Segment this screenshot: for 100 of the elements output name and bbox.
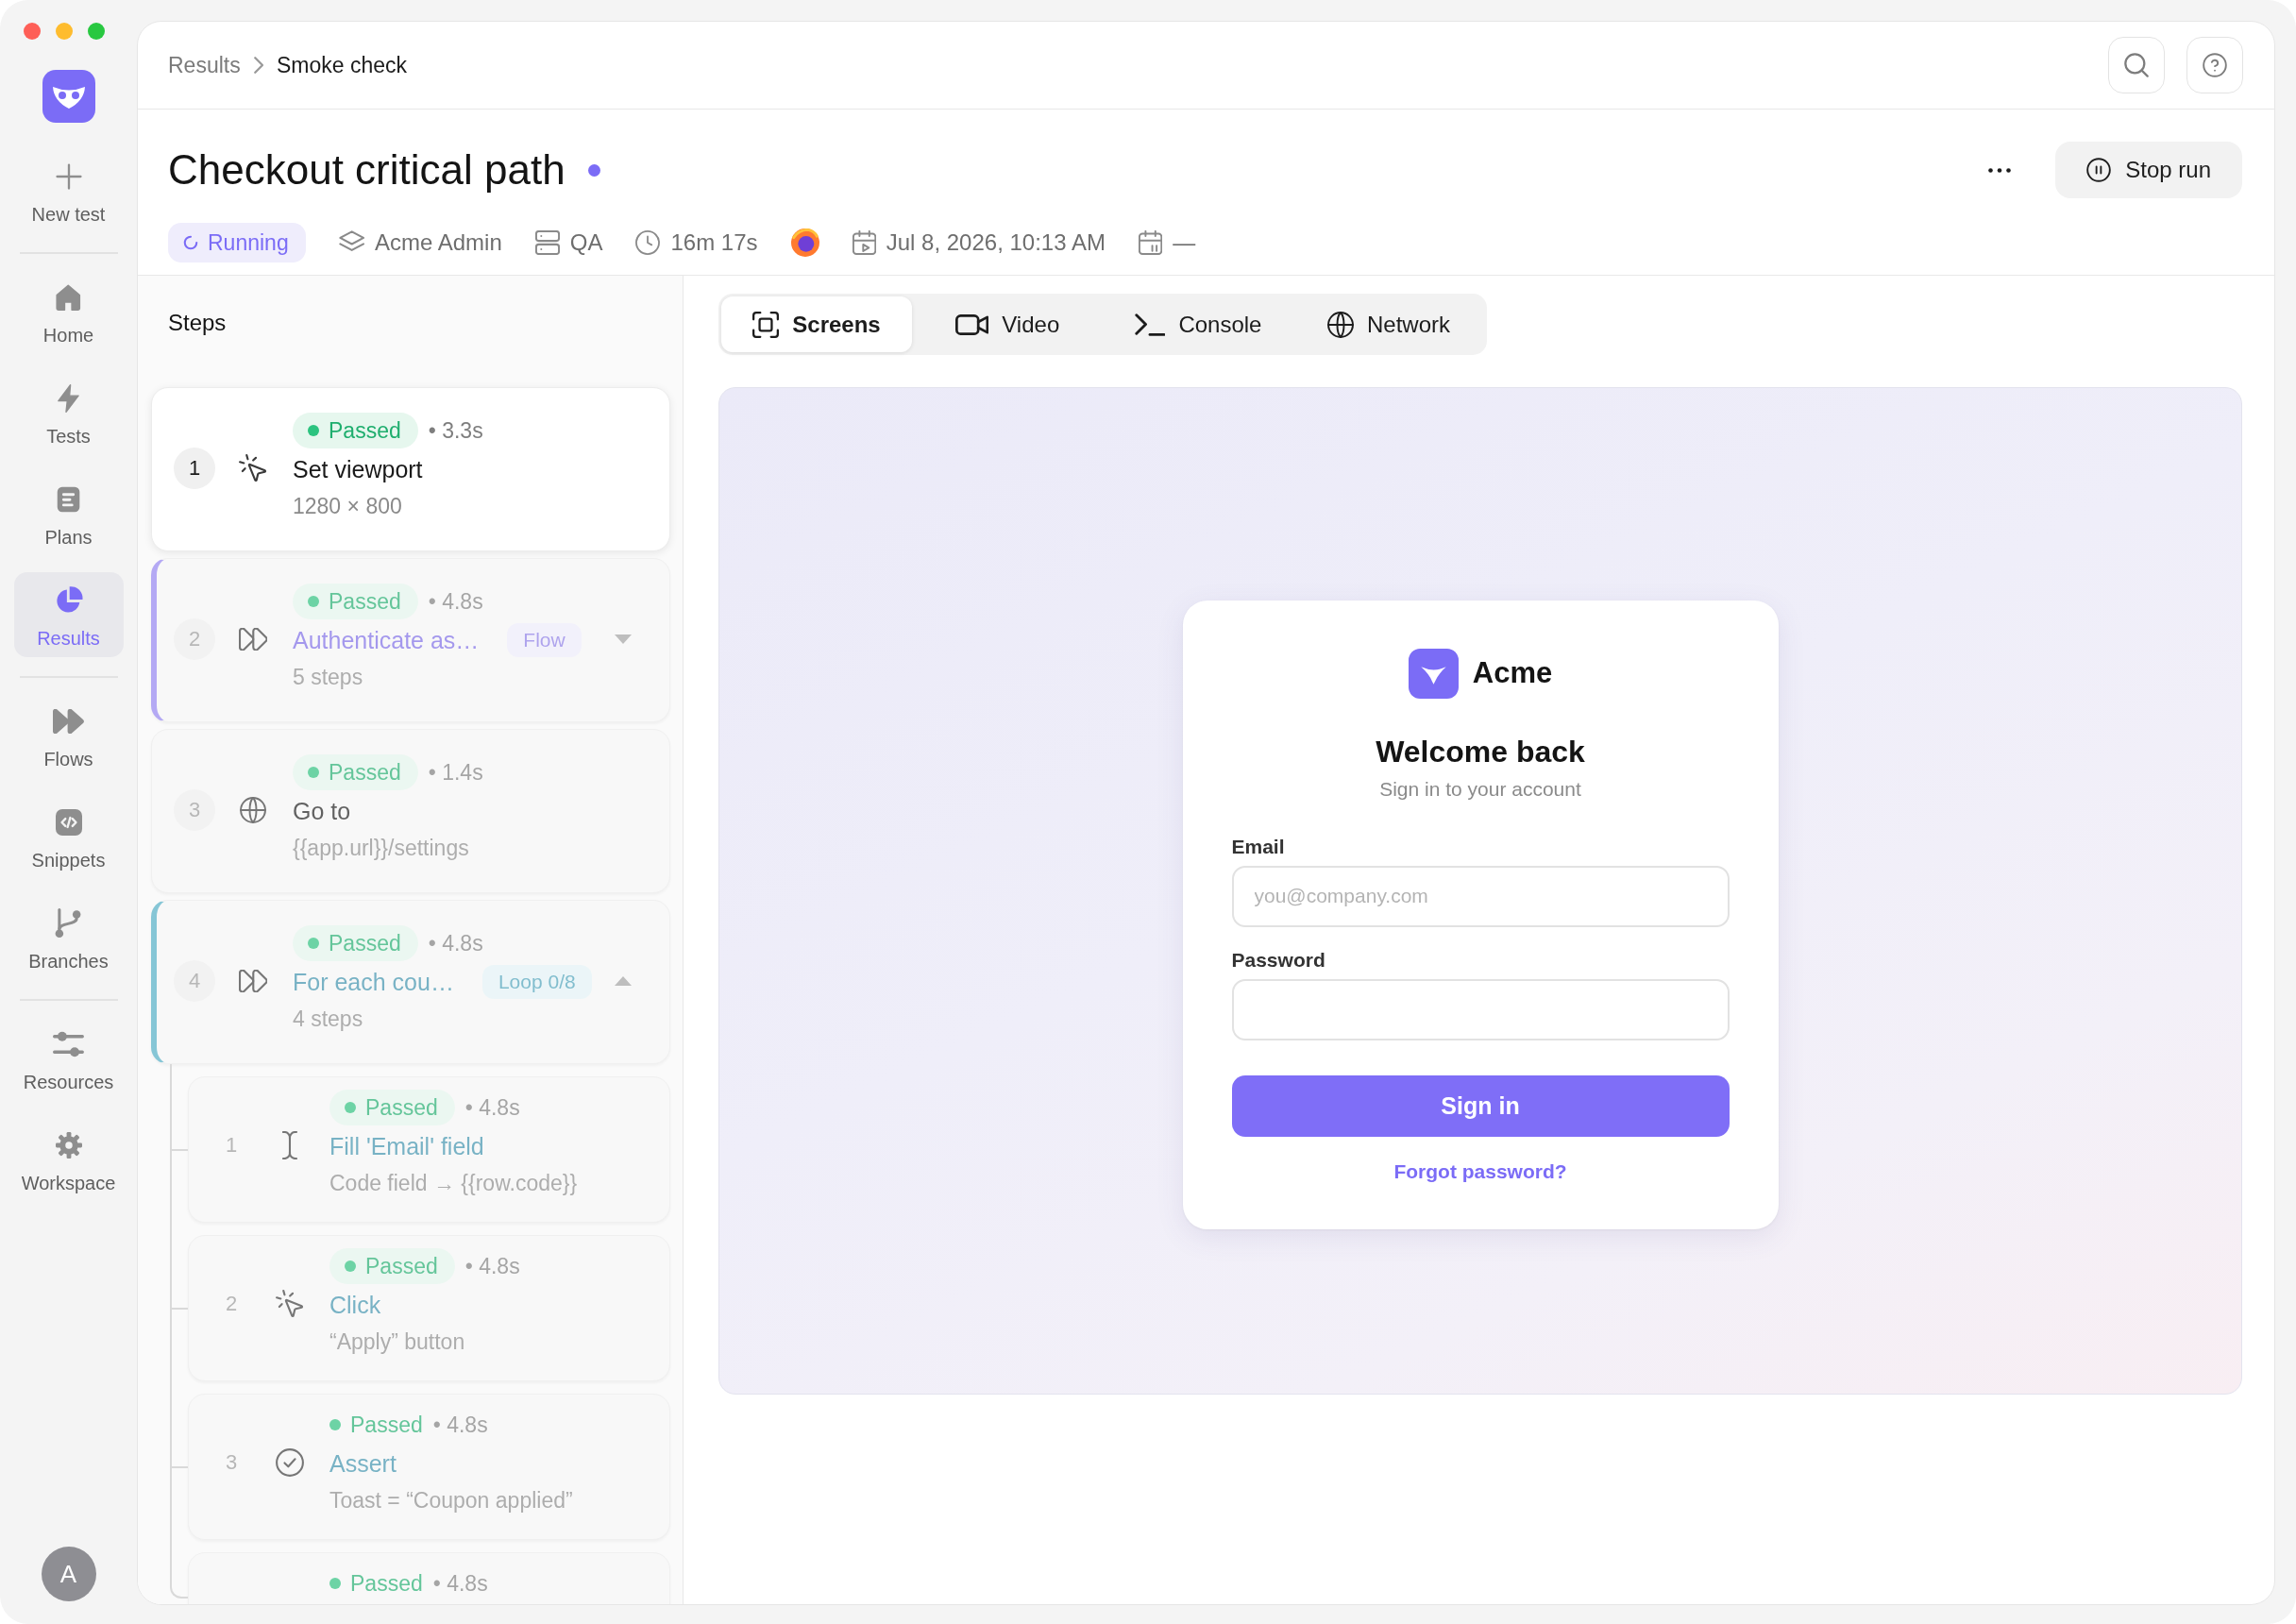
sidebar-item[interactable]: Snippets bbox=[13, 794, 124, 879]
step-duration: • 4.8s bbox=[432, 1412, 488, 1438]
caret-down-icon[interactable] bbox=[615, 634, 632, 644]
help-icon bbox=[2203, 53, 2227, 77]
browser-icon bbox=[790, 228, 819, 257]
viewer-tab[interactable]: Console bbox=[1103, 296, 1293, 352]
video-camera-icon bbox=[954, 313, 989, 335]
close-button[interactable] bbox=[24, 23, 41, 40]
chevron-right-icon bbox=[253, 57, 263, 74]
login-subheading: Sign in to your account bbox=[1378, 776, 1582, 802]
sidebar-item[interactable]: Flows bbox=[13, 693, 124, 778]
avatar[interactable]: A bbox=[41, 1547, 96, 1601]
new-test-button[interactable]: New test bbox=[13, 148, 124, 233]
logo-icon[interactable] bbox=[42, 70, 95, 123]
forgot-password-link[interactable]: Forgot password? bbox=[1393, 1159, 1567, 1184]
status-dot-icon bbox=[329, 1419, 341, 1430]
sidebar-item[interactable]: Home bbox=[13, 269, 124, 354]
caret-up-icon[interactable] bbox=[615, 976, 632, 986]
step-detail: 5 steps bbox=[293, 664, 364, 691]
fast-forward-icon bbox=[238, 970, 268, 992]
viewer-tab[interactable]: Network bbox=[1293, 296, 1484, 352]
project-name: Acme Admin bbox=[375, 229, 502, 256]
code-icon bbox=[55, 809, 82, 836]
fast-forward-icon bbox=[52, 709, 85, 734]
gear-icon bbox=[55, 1132, 82, 1159]
step-number: 4 bbox=[174, 960, 215, 1002]
sidebar-item[interactable]: Results bbox=[13, 572, 124, 657]
sign-in-button[interactable]: Sign in bbox=[1231, 1074, 1730, 1137]
stop-run-button[interactable]: Stop run bbox=[2055, 142, 2242, 198]
branch-icon bbox=[55, 908, 82, 939]
minimize-button[interactable] bbox=[56, 23, 73, 40]
home-icon bbox=[56, 284, 81, 311]
logo-icon bbox=[1408, 648, 1459, 699]
step-duration: • 4.8s bbox=[428, 588, 483, 615]
status-dot-icon bbox=[345, 1260, 356, 1272]
lightning-icon bbox=[58, 384, 79, 413]
step-duration: • 4.8s bbox=[428, 930, 483, 956]
password-field[interactable] bbox=[1231, 978, 1730, 1040]
status-text: Passed bbox=[329, 588, 401, 615]
step-title: Set viewport bbox=[293, 455, 423, 483]
pause-icon bbox=[2086, 158, 2112, 182]
step-number: 3 bbox=[174, 789, 215, 831]
breadcrumb-link[interactable]: Results bbox=[168, 51, 241, 79]
step-number: 1 bbox=[224, 1132, 239, 1159]
step-detail: Toast = “Coupon applied” bbox=[329, 1487, 574, 1514]
status-dot-icon bbox=[308, 767, 319, 778]
search-button[interactable] bbox=[2108, 37, 2165, 93]
status-dot-icon bbox=[329, 1578, 341, 1589]
step-detail: 4 steps bbox=[293, 1006, 364, 1033]
more-icon[interactable] bbox=[1988, 167, 2012, 173]
step-number: 2 bbox=[224, 1291, 239, 1317]
step-number: 2 bbox=[174, 618, 215, 660]
pie-chart-icon bbox=[54, 586, 83, 615]
step-number: 3 bbox=[224, 1449, 239, 1476]
status-dot-icon bbox=[308, 425, 319, 436]
status-text: Passed bbox=[350, 1570, 423, 1597]
viewer-tab[interactable]: Screens bbox=[721, 296, 912, 352]
run-duration: 16m 17s bbox=[670, 229, 758, 256]
status-text: Passed bbox=[329, 759, 401, 786]
fast-forward-icon bbox=[238, 628, 268, 651]
calendar-icon bbox=[1138, 230, 1163, 255]
field-label: Password bbox=[1231, 947, 1325, 973]
clock-icon bbox=[635, 230, 661, 255]
step-tag: Loop 0/8 bbox=[481, 965, 592, 999]
step-tag: Flow bbox=[507, 623, 582, 657]
zoom-button[interactable] bbox=[88, 23, 105, 40]
server-icon bbox=[534, 230, 560, 255]
run-status-text: Running bbox=[208, 229, 289, 256]
step-duration: • 4.8s bbox=[464, 1253, 520, 1279]
step-duration: • 4.8s bbox=[432, 1570, 488, 1597]
status-text: Passed bbox=[365, 1094, 438, 1121]
field-label: Email bbox=[1231, 834, 1285, 859]
environment-name: QA bbox=[569, 229, 603, 256]
step-number: 1 bbox=[174, 448, 215, 489]
step-title: Go to bbox=[293, 797, 351, 825]
help-button[interactable] bbox=[2186, 37, 2243, 93]
email-field[interactable]: you@company.com bbox=[1231, 865, 1730, 927]
step-card[interactable]: 1 Passed • 3.3s Set viewport 1280 × 800 bbox=[151, 387, 670, 551]
screenshot-icon bbox=[752, 311, 780, 338]
status-dot-icon bbox=[308, 938, 319, 949]
sidebar-item[interactable]: Tests bbox=[13, 370, 124, 455]
status-dot-icon bbox=[308, 596, 319, 607]
step-duration: • 3.3s bbox=[428, 417, 483, 444]
viewer-tab[interactable]: Video bbox=[912, 296, 1103, 352]
step-title: For each cou… bbox=[293, 968, 454, 996]
sidebar-item[interactable]: Workspace bbox=[13, 1117, 124, 1202]
status-text: Passed bbox=[329, 930, 401, 956]
plus-icon bbox=[55, 163, 82, 190]
sidebar-item[interactable]: Branches bbox=[13, 895, 124, 980]
click-icon bbox=[276, 1290, 304, 1318]
spinner-icon bbox=[183, 235, 198, 250]
step-duration: • 1.4s bbox=[428, 759, 483, 786]
step-card[interactable]: 3 Passed • 1.4s Go to {{app.url}}/settings bbox=[151, 729, 670, 893]
globe-icon bbox=[240, 797, 266, 823]
sidebar-item[interactable]: Plans bbox=[13, 471, 124, 556]
schedule-value: — bbox=[1173, 229, 1196, 256]
sidebar-item[interactable]: Resources bbox=[13, 1016, 124, 1101]
calendar-icon bbox=[852, 230, 876, 255]
check-circle-icon bbox=[276, 1448, 304, 1477]
step-title: Fill 'Email' field bbox=[329, 1132, 484, 1160]
